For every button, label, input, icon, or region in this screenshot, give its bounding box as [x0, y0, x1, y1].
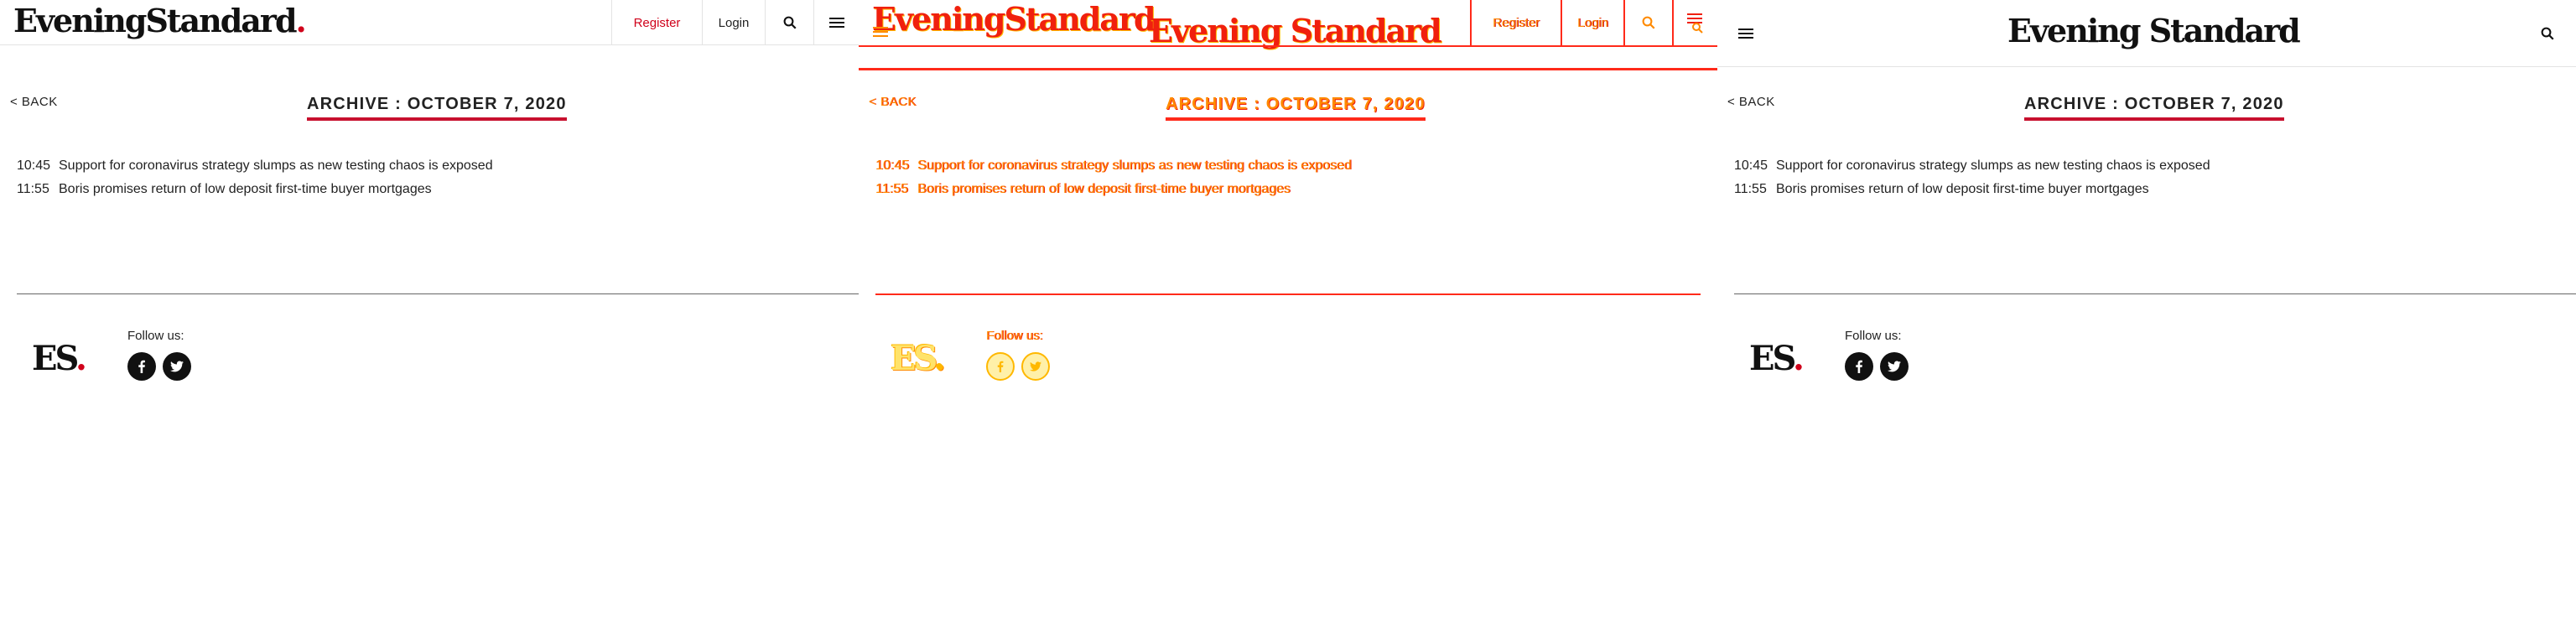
facebook-link[interactable] [127, 352, 156, 381]
desktop-view: EveningStandard. Register Login < BACK A… [0, 0, 859, 644]
hamburger-menu-icon [1738, 29, 1753, 39]
search-button[interactable] [2532, 18, 2563, 49]
article-time: 10:45 [875, 158, 910, 173]
list-item: 11:55 Boris promises return of low deposi… [17, 178, 493, 201]
follow-label: Follow us: [127, 329, 184, 343]
list-item: 11:55 Boris promises return of low deposi… [1734, 178, 2210, 201]
register-link[interactable]: Register [1470, 0, 1561, 45]
login-link[interactable]: Login [1561, 0, 1623, 45]
article-list: 10:45 Support for coronavirus strategy sl… [1734, 154, 2210, 201]
twitter-icon [170, 361, 184, 372]
site-logo[interactable]: EveningStandard [872, 0, 1156, 38]
logo-text: Evening Standard [1149, 12, 1442, 49]
logo-dot: . [295, 2, 307, 39]
diff-overlay-view: EveningStandard Evening Standard Registe… [859, 0, 1717, 644]
search-button[interactable] [1623, 0, 1672, 45]
facebook-icon [997, 361, 1004, 372]
footer-logo-text: ES [32, 339, 78, 378]
article-link[interactable]: Support for coronavirus strategy slumps … [1776, 158, 2210, 173]
article-link[interactable]: Boris promises return of low deposit fir… [1776, 182, 2149, 196]
search-button[interactable] [765, 0, 813, 45]
footer-logo-text: ES [891, 339, 937, 378]
mobile-view: Evening Standard < BACK ARCHIVE : OCTOBE… [1717, 0, 2576, 644]
facebook-icon [138, 360, 145, 373]
logo-text: EveningStandard [13, 2, 298, 39]
article-time: 10:45 [1734, 158, 1768, 173]
article-time: 10:45 [17, 158, 51, 173]
logo-text: Evening Standard [2007, 12, 2301, 49]
archive-title: ARCHIVE : OCTOBER 7, 2020 [307, 95, 567, 121]
search-icon [783, 16, 797, 29]
hamburger-menu-icon [1687, 13, 1703, 34]
menu-button[interactable] [1672, 0, 1717, 45]
login-link[interactable]: Login [702, 0, 765, 45]
archive-title: ARCHIVE : OCTOBER 7, 2020 [2024, 95, 2284, 121]
list-item: 10:45 Support for coronavirus strategy sl… [1734, 154, 2210, 178]
follow-label: Follow us: [1845, 329, 1902, 343]
footer-logo[interactable]: ES. [1749, 339, 1805, 378]
twitter-link[interactable] [1880, 352, 1909, 381]
search-icon [1642, 16, 1655, 29]
footer-logo-dot: . [933, 339, 946, 378]
facebook-link[interactable] [1845, 352, 1873, 381]
follow-label: Follow us: [986, 329, 1043, 343]
site-logo[interactable]: Evening Standard [2007, 12, 2301, 49]
search-icon [2541, 27, 2554, 40]
article-time: 11:55 [875, 182, 908, 196]
footer-divider [17, 293, 859, 294]
footer-divider [1734, 293, 2576, 294]
article-list: 10:45 Support for coronavirus strategy sl… [17, 154, 493, 201]
site-header: Evening Standard [1717, 0, 2576, 67]
logo-text: EveningStandard [872, 0, 1156, 38]
site-header: EveningStandard. Register Login [0, 0, 859, 45]
article-time: 11:55 [1734, 182, 1767, 196]
facebook-icon [1856, 360, 1862, 373]
back-link[interactable]: < BACK [1727, 95, 1775, 109]
footer-logo[interactable]: ES. [32, 339, 87, 378]
list-item: 10:45 Support for coronavirus strategy sl… [17, 154, 493, 178]
footer-logo-dot: . [1792, 339, 1805, 378]
hamburger-menu-icon-ghost [873, 27, 888, 37]
menu-button[interactable] [1731, 18, 1761, 49]
facebook-link[interactable] [986, 352, 1015, 381]
list-item: 11:55 Boris promises return of low deposi… [875, 178, 1352, 201]
site-logo[interactable]: EveningStandard. [13, 2, 307, 39]
article-list: 10:45 Support for coronavirus strategy sl… [875, 154, 1352, 201]
site-header: EveningStandard Evening Standard Registe… [859, 0, 1717, 70]
article-link[interactable]: Support for coronavirus strategy slumps … [917, 158, 1352, 173]
article-link[interactable]: Support for coronavirus strategy slumps … [59, 158, 493, 173]
list-item: 10:45 Support for coronavirus strategy sl… [875, 154, 1352, 178]
footer-logo[interactable]: ES. [891, 339, 946, 378]
menu-button[interactable] [813, 0, 859, 45]
twitter-icon [1888, 361, 1901, 372]
hamburger-menu-icon [828, 18, 844, 28]
article-link[interactable]: Boris promises return of low deposit fir… [917, 182, 1291, 196]
footer-divider [875, 293, 1701, 295]
back-link[interactable]: < BACK [10, 95, 58, 109]
article-link[interactable]: Boris promises return of low deposit fir… [59, 182, 432, 196]
back-link[interactable]: < BACK [869, 95, 917, 109]
twitter-link[interactable] [1021, 352, 1050, 381]
register-link[interactable]: Register [611, 0, 702, 45]
article-time: 11:55 [17, 182, 49, 196]
footer-logo-dot: . [75, 339, 87, 378]
site-logo-centered[interactable]: Evening Standard [1149, 12, 1442, 49]
twitter-link[interactable] [163, 352, 191, 381]
archive-title: ARCHIVE : OCTOBER 7, 2020 [1166, 95, 1426, 121]
footer-logo-text: ES [1749, 339, 1795, 378]
twitter-icon [1030, 361, 1041, 371]
